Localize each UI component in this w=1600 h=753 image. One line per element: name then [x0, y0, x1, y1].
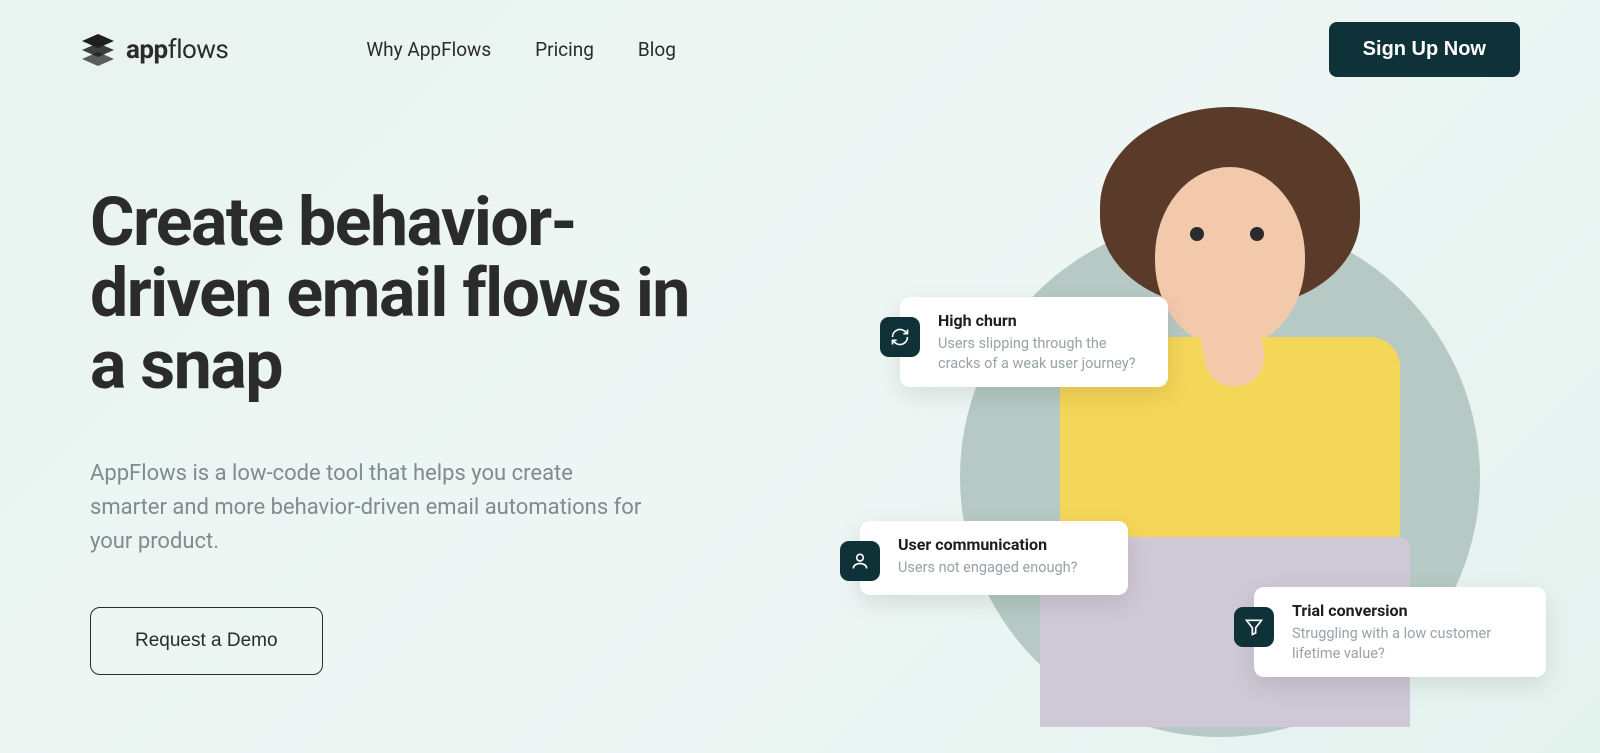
top-nav: appflows Why AppFlows Pricing Blog Sign …: [0, 0, 1600, 77]
nav-link-blog[interactable]: Blog: [638, 38, 676, 61]
user-icon: [840, 541, 880, 581]
hero-section: Create behavior-driven email flows in a …: [0, 77, 1600, 675]
signup-button[interactable]: Sign Up Now: [1329, 22, 1520, 77]
card-desc: Struggling with a low customer lifetime …: [1292, 624, 1528, 663]
hero-illustration: High churn Users slipping through the cr…: [860, 97, 1520, 717]
nav-link-why[interactable]: Why AppFlows: [366, 38, 491, 61]
request-demo-button[interactable]: Request a Demo: [90, 607, 323, 675]
funnel-icon: [1234, 607, 1274, 647]
card-high-churn: High churn Users slipping through the cr…: [900, 297, 1168, 387]
card-title: Trial conversion: [1292, 601, 1528, 620]
logo-icon: [80, 34, 116, 66]
logo[interactable]: appflows: [80, 34, 228, 66]
nav-link-pricing[interactable]: Pricing: [535, 38, 594, 61]
card-title: High churn: [938, 311, 1150, 330]
refresh-icon: [880, 317, 920, 357]
hero-title: Create behavior-driven email flows in a …: [90, 187, 730, 401]
card-user-communication: User communication Users not engaged eno…: [860, 521, 1128, 595]
card-trial-conversion: Trial conversion Struggling with a low c…: [1254, 587, 1546, 677]
card-desc: Users slipping through the cracks of a w…: [938, 334, 1150, 373]
hero-copy: Create behavior-driven email flows in a …: [90, 187, 730, 675]
card-title: User communication: [898, 535, 1077, 554]
nav-links: Why AppFlows Pricing Blog: [366, 38, 676, 61]
hero-subtitle: AppFlows is a low-code tool that helps y…: [90, 457, 650, 559]
card-desc: Users not engaged enough?: [898, 558, 1077, 578]
logo-text: appflows: [126, 35, 228, 65]
